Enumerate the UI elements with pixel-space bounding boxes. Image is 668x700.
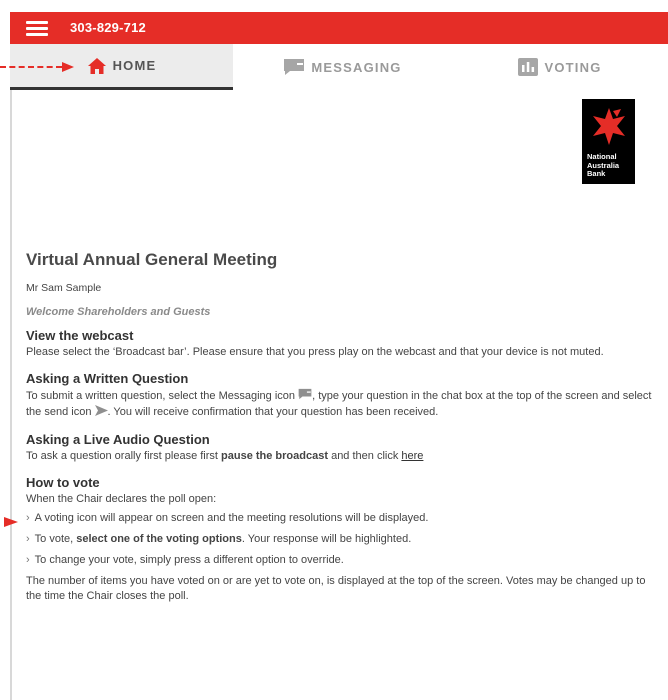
written-question-heading: Asking a Written Question	[26, 371, 189, 386]
pointer-arrow-audio-icon	[4, 517, 18, 527]
webcast-text: Please select the ‘Broadcast bar’. Pleas…	[26, 346, 604, 358]
pointer-arrow-icon	[0, 62, 76, 72]
welcome-text: Welcome Shareholders and Guests	[26, 306, 211, 318]
bar-chart-icon	[518, 58, 539, 76]
here-link[interactable]: here	[401, 450, 423, 462]
home-icon	[87, 57, 107, 75]
user-name: Mr Sam Sample	[26, 282, 102, 294]
list-item: › To vote, select one of the voting optio…	[26, 533, 412, 545]
hamburger-icon[interactable]	[26, 19, 48, 37]
chat-icon	[283, 58, 305, 76]
star-icon	[593, 108, 625, 145]
list-item: › A voting icon will appear on screen and…	[26, 512, 429, 524]
nab-logo: National Australia Bank	[582, 99, 635, 184]
written-question-section: Asking a Written Question To submit a wr…	[26, 371, 658, 421]
tab-bar: HOME MESSAGING VOTING	[10, 44, 668, 90]
list-item: › To change your vote, simply press a dif…	[26, 554, 344, 566]
vote-heading: How to vote	[26, 475, 100, 490]
tab-home-label: HOME	[112, 58, 157, 73]
webcast-section: View the webcast Please select the ‘Broa…	[26, 328, 658, 360]
vote-section: How to vote When the Chair declares the …	[26, 475, 658, 604]
webcast-heading: View the webcast	[26, 328, 134, 343]
top-bar: 303-829-712	[10, 12, 668, 44]
send-icon	[94, 405, 108, 421]
written-question-text: To submit a written question, select the…	[26, 388, 658, 421]
main-content: Virtual Annual General Meeting Mr Sam Sa…	[26, 250, 658, 615]
vote-steps: › A voting icon will appear on screen and…	[26, 511, 658, 568]
audio-question-heading: Asking a Live Audio Question	[26, 432, 210, 447]
chat-icon	[298, 388, 312, 405]
page-title: Virtual Annual General Meeting	[26, 250, 278, 269]
tab-voting[interactable]: VOTING	[452, 44, 668, 90]
vote-note: The number of items you have voted on or…	[26, 575, 646, 602]
audio-question-section: Asking a Live Audio Question To ask a qu…	[26, 432, 658, 464]
tab-messaging[interactable]: MESSAGING	[233, 44, 452, 90]
meeting-id: 303-829-712	[70, 20, 146, 35]
tab-voting-label: VOTING	[544, 59, 602, 75]
vote-intro: When the Chair declares the poll open:	[26, 493, 217, 505]
tab-messaging-label: MESSAGING	[311, 59, 402, 75]
audio-question-text: To ask a question orally first please fi…	[26, 450, 424, 462]
